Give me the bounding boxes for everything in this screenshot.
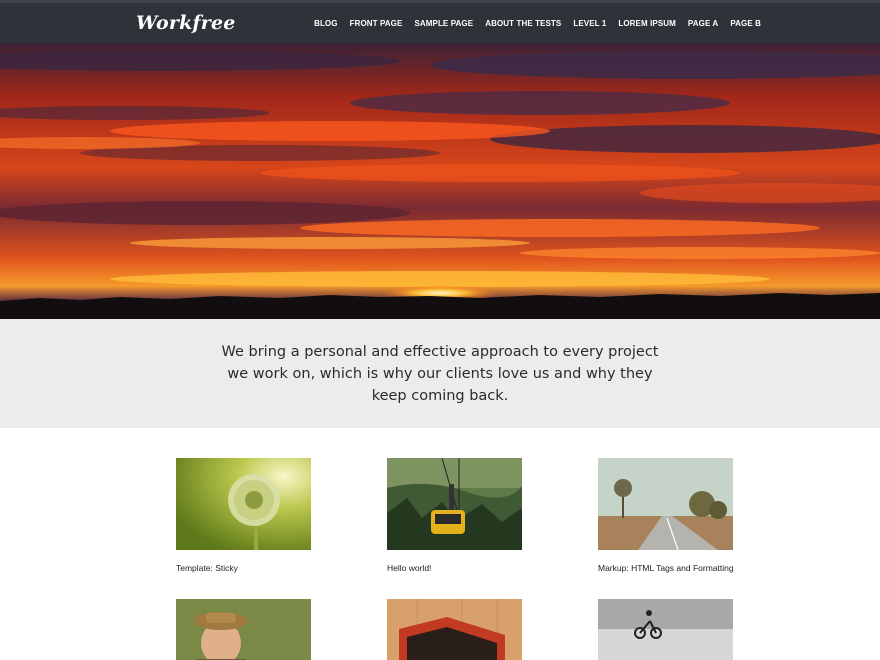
intro-line-3: keep coming back.	[371, 388, 509, 404]
post-card	[176, 599, 311, 660]
post-card	[598, 599, 733, 660]
post-card: Markup: HTML Tags and Formatting	[598, 458, 734, 573]
post-thumbnail-dandelion[interactable]	[176, 458, 311, 550]
nav-item-sample-page[interactable]: SAMPLE PAGE	[414, 19, 473, 28]
post-card: Hello world!	[387, 458, 522, 573]
intro-line-2: we work on, which is why our clients lov…	[227, 366, 653, 382]
post-thumbnail-road[interactable]	[598, 458, 733, 550]
page: Workfree BLOG FRONT PAGE SAMPLE PAGE ABO…	[0, 0, 880, 660]
intro-line-1: We bring a personal and effective approa…	[221, 344, 659, 360]
post-title-link[interactable]: Hello world!	[387, 563, 522, 573]
post-thumbnail-man-with-hat[interactable]	[176, 599, 311, 660]
nav-item-blog[interactable]: BLOG	[314, 19, 338, 28]
nav-item-front-page[interactable]: FRONT PAGE	[350, 19, 403, 28]
site-header: Workfree BLOG FRONT PAGE SAMPLE PAGE ABO…	[0, 0, 880, 43]
post-title-link[interactable]: Template: Sticky	[176, 563, 311, 573]
nav-item-page-b[interactable]: PAGE B	[730, 19, 761, 28]
nav-item-about-the-tests[interactable]: ABOUT THE TESTS	[485, 19, 561, 28]
intro-text: We bring a personal and effective approa…	[220, 341, 660, 407]
site-logo[interactable]: Workfree	[136, 12, 236, 34]
nav-item-page-a[interactable]: PAGE A	[688, 19, 718, 28]
post-title-link[interactable]: Markup: HTML Tags and Formatting	[598, 563, 734, 573]
hero-image	[0, 43, 880, 319]
nav-item-level-1[interactable]: LEVEL 1	[573, 19, 606, 28]
post-card	[387, 599, 522, 660]
post-thumbnail-bmx-jump[interactable]	[598, 599, 733, 660]
post-thumbnail-wallet[interactable]	[387, 599, 522, 660]
nav-item-lorem-ipsum[interactable]: LOREM IPSUM	[618, 19, 676, 28]
post-card: Template: Sticky	[176, 458, 311, 573]
post-thumbnail-cable-car[interactable]	[387, 458, 522, 550]
intro-band: We bring a personal and effective approa…	[0, 319, 880, 428]
main-nav: BLOG FRONT PAGE SAMPLE PAGE ABOUT THE TE…	[302, 3, 761, 43]
sunset-image	[0, 43, 880, 319]
